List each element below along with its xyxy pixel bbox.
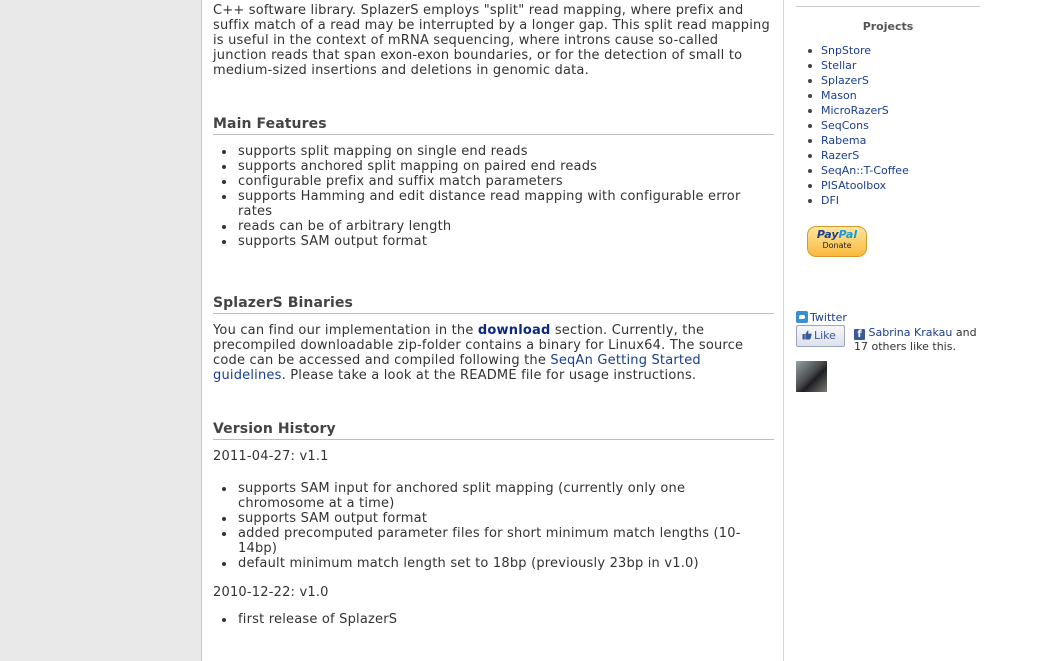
binaries-paragraph: You can find our implementation in the d…: [213, 323, 774, 383]
projects-list: SnpStore Stellar SplazerS Mason MicroRaz…: [808, 43, 909, 208]
intro-line: C++ software library. SplazerS employs "…: [213, 3, 744, 18]
binaries-text: . Please take a look at the README file …: [281, 368, 697, 383]
project-link-dfi[interactable]: DFI: [821, 194, 839, 207]
sidebar-divider: [796, 6, 980, 7]
project-item: SeqCons: [808, 118, 909, 133]
list-item: reads can be of arbitrary length: [222, 219, 754, 234]
paypal-logo-part: Pay: [816, 228, 839, 241]
intro-paragraph: C++ software library. SplazerS employs "…: [213, 3, 774, 78]
facebook-social-text: f Sabrina Krakau and 17 others like this…: [854, 326, 984, 354]
binaries-text: You can find our implementation in the: [213, 323, 478, 338]
release-date: 2010-12-22: v1.0: [213, 585, 329, 600]
binaries-section: SplazerS Binaries You can find our imple…: [213, 296, 774, 383]
project-link-microrazers[interactable]: MicroRazerS: [821, 104, 889, 117]
column-divider: [783, 0, 784, 661]
download-link[interactable]: download: [478, 323, 551, 338]
list-item: supports SAM output format: [222, 511, 744, 526]
main-column: C++ software library. SplazerS employs "…: [213, 0, 774, 661]
project-item: SnpStore: [808, 43, 909, 58]
twitter-link[interactable]: Twitter: [810, 311, 847, 324]
intro-line: suffix match of a read may be interrupte…: [213, 18, 770, 33]
project-link-rabema[interactable]: Rabema: [821, 134, 866, 147]
project-link-seqcons[interactable]: SeqCons: [821, 119, 869, 132]
list-item: default minimum match length set to 18bp…: [222, 556, 744, 571]
list-item: supports anchored split mapping on paire…: [222, 159, 754, 174]
project-link-pisatoolbox[interactable]: PISAtoolbox: [821, 179, 886, 192]
facebook-friend-avatar[interactable]: [796, 361, 827, 392]
facebook-friend-link[interactable]: Sabrina Krakau: [869, 326, 953, 339]
project-item: Stellar: [808, 58, 909, 73]
project-link-razers[interactable]: RazerS: [821, 149, 859, 162]
paypal-logo: PayPal: [808, 229, 866, 241]
facebook-like-button[interactable]: Like: [796, 325, 845, 347]
project-link-snpstore[interactable]: SnpStore: [821, 44, 871, 57]
history-section: Version History 2011-04-27: v1.1 support…: [213, 422, 774, 627]
facebook-text: 17 others like this.: [854, 340, 956, 353]
release-date: 2011-04-27: v1.1: [213, 449, 329, 464]
intro-line: is useful in the context of mRNA sequenc…: [213, 33, 719, 48]
release-list: supports SAM input for anchored split ma…: [213, 481, 774, 571]
facebook-text: and: [952, 326, 977, 339]
twitter-link-row: Twitter: [796, 311, 847, 325]
project-link-stellar[interactable]: Stellar: [821, 59, 856, 72]
list-item: added precomputed parameter files for sh…: [222, 526, 744, 556]
features-list: supports split mapping on single end rea…: [213, 144, 774, 249]
binaries-heading: SplazerS Binaries: [213, 296, 774, 314]
like-label: Like: [814, 329, 836, 342]
twitter-icon: [796, 311, 808, 323]
paypal-donate-label: Donate: [822, 241, 852, 250]
list-item: supports SAM output format: [222, 234, 754, 249]
page-content: C++ software library. SplazerS employs "…: [201, 0, 1058, 661]
project-item: Mason: [808, 88, 909, 103]
list-item: supports split mapping on single end rea…: [222, 144, 754, 159]
intro-line: medium-sized insertions and deletions in…: [213, 63, 589, 78]
project-item: SplazerS: [808, 73, 909, 88]
sidebar: Projects SnpStore Stellar SplazerS Mason…: [796, 0, 980, 661]
project-item: SeqAn::T-Coffee: [808, 163, 909, 178]
project-link-seqan-tcoffee[interactable]: SeqAn::T-Coffee: [821, 164, 909, 177]
paypal-logo-part: Pal: [838, 228, 858, 241]
intro-line: junction reads that span exon-exon bound…: [213, 48, 743, 63]
projects-title: Projects: [862, 20, 914, 33]
release-list: first release of SplazerS: [213, 612, 774, 627]
project-item: MicroRazerS: [808, 103, 909, 118]
paypal-donate-button[interactable]: PayPal Donate: [807, 226, 867, 257]
history-heading: Version History: [213, 422, 774, 440]
thumbs-up-icon: [802, 330, 812, 340]
project-item: DFI: [808, 193, 909, 208]
list-item: configurable prefix and suffix match par…: [222, 174, 754, 189]
features-heading: Main Features: [213, 117, 774, 135]
project-item: Rabema: [808, 133, 909, 148]
project-link-splazers[interactable]: SplazerS: [821, 74, 869, 87]
facebook-icon: f: [854, 329, 865, 340]
project-item: PISAtoolbox: [808, 178, 909, 193]
list-item: supports Hamming and edit distance read …: [222, 189, 754, 219]
list-item: first release of SplazerS: [222, 612, 774, 627]
project-link-mason[interactable]: Mason: [821, 89, 857, 102]
project-item: RazerS: [808, 148, 909, 163]
list-item: supports SAM input for anchored split ma…: [222, 481, 744, 511]
features-section: Main Features supports split mapping on …: [213, 117, 774, 249]
